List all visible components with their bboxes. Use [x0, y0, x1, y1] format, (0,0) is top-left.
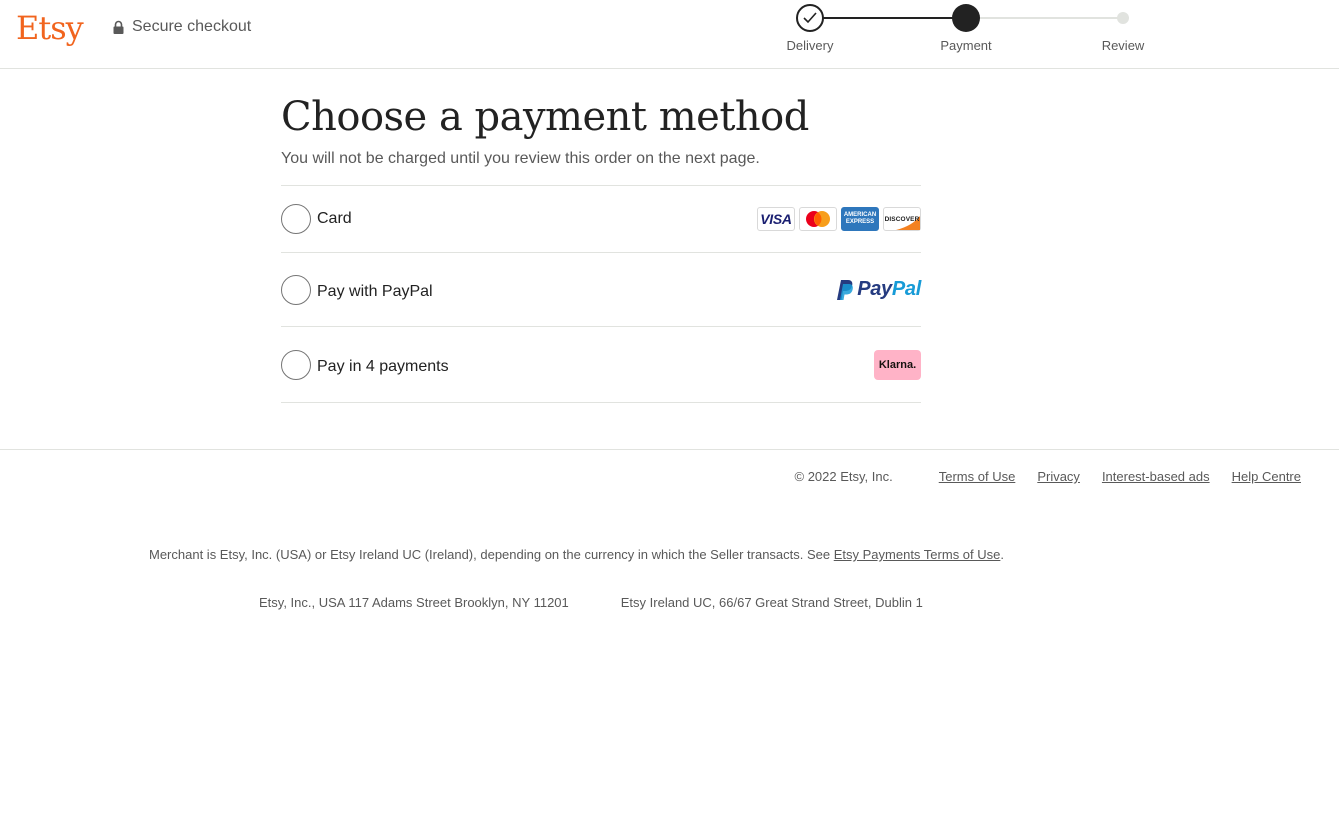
discover-icon: DISCOVER	[883, 207, 921, 231]
lock-icon	[112, 20, 125, 35]
card-logos: VISA AMERICAN EXPRESS DISCOVER	[757, 207, 921, 231]
klarna-radio[interactable]	[281, 349, 311, 380]
amex-icon: AMERICAN EXPRESS	[841, 207, 879, 231]
klarna-logo: Klarna.	[874, 349, 921, 380]
step-review-label: Review	[1101, 38, 1145, 53]
checkout-progress: Delivery Payment Review	[770, 0, 1170, 68]
payment-option-klarna[interactable]: Pay in 4 payments Klarna.	[281, 327, 921, 403]
payment-options-list: Card VISA AMERICAN EXPRESS DISCOVER Pay …	[281, 185, 921, 403]
visa-icon: VISA	[757, 207, 795, 231]
payment-option-card[interactable]: Card VISA AMERICAN EXPRESS DISCOVER	[281, 186, 921, 253]
checkout-header: Etsy Secure checkout Delivery Payment Re…	[0, 0, 1339, 69]
merchant-notice: Merchant is Etsy, Inc. (USA) or Etsy Ire…	[149, 547, 1005, 562]
terms-of-use-link[interactable]: Terms of Use	[939, 469, 1016, 484]
card-radio[interactable]	[281, 204, 311, 234]
payment-option-paypal[interactable]: Pay with PayPal PayPal	[281, 253, 921, 327]
step-payment-label: Payment	[940, 38, 992, 53]
klarna-option-label: Pay in 4 payments	[317, 357, 449, 375]
klarna-badge: Klarna.	[874, 349, 921, 380]
step-payment-dot	[952, 4, 980, 32]
paypal-icon	[837, 279, 854, 300]
step-review-dot	[1117, 12, 1129, 24]
secure-checkout-indicator: Secure checkout	[112, 18, 251, 36]
progress-track-complete	[810, 17, 966, 19]
page-subtitle: You will not be charged until you review…	[281, 150, 760, 167]
secure-checkout-label: Secure checkout	[132, 18, 252, 35]
payment-method-section: Choose a payment method You will not be …	[281, 92, 921, 403]
etsy-logo[interactable]: Etsy	[16, 6, 84, 50]
ireland-address: Etsy Ireland UC, 66/67 Great Strand Stre…	[620, 595, 923, 610]
privacy-link[interactable]: Privacy	[1037, 469, 1080, 484]
paypal-logo: PayPal	[836, 278, 921, 301]
paypal-radio[interactable]	[281, 274, 311, 305]
interest-based-ads-link[interactable]: Interest-based ads	[1102, 469, 1210, 484]
checkmark-icon	[803, 12, 817, 24]
step-delivery-dot	[796, 4, 824, 32]
us-address: Etsy, Inc., USA 117 Adams Street Brookly…	[259, 595, 569, 610]
card-option-label: Card	[317, 210, 352, 227]
page-title: Choose a payment method	[281, 94, 809, 140]
progress-track-upcoming	[966, 17, 1123, 19]
mastercard-icon	[799, 207, 837, 231]
page-footer: © 2022 Etsy, Inc. Terms of Use Privacy I…	[0, 449, 1339, 832]
help-centre-link[interactable]: Help Centre	[1232, 469, 1301, 484]
footer-links: © 2022 Etsy, Inc. Terms of Use Privacy I…	[795, 469, 1301, 484]
payments-terms-link[interactable]: Etsy Payments Terms of Use	[834, 547, 1001, 562]
step-delivery-label: Delivery	[786, 38, 834, 53]
company-addresses: Etsy, Inc., USA 117 Adams Street Brookly…	[259, 595, 923, 610]
paypal-option-label: Pay with PayPal	[317, 282, 433, 300]
copyright: © 2022 Etsy, Inc.	[794, 469, 893, 484]
